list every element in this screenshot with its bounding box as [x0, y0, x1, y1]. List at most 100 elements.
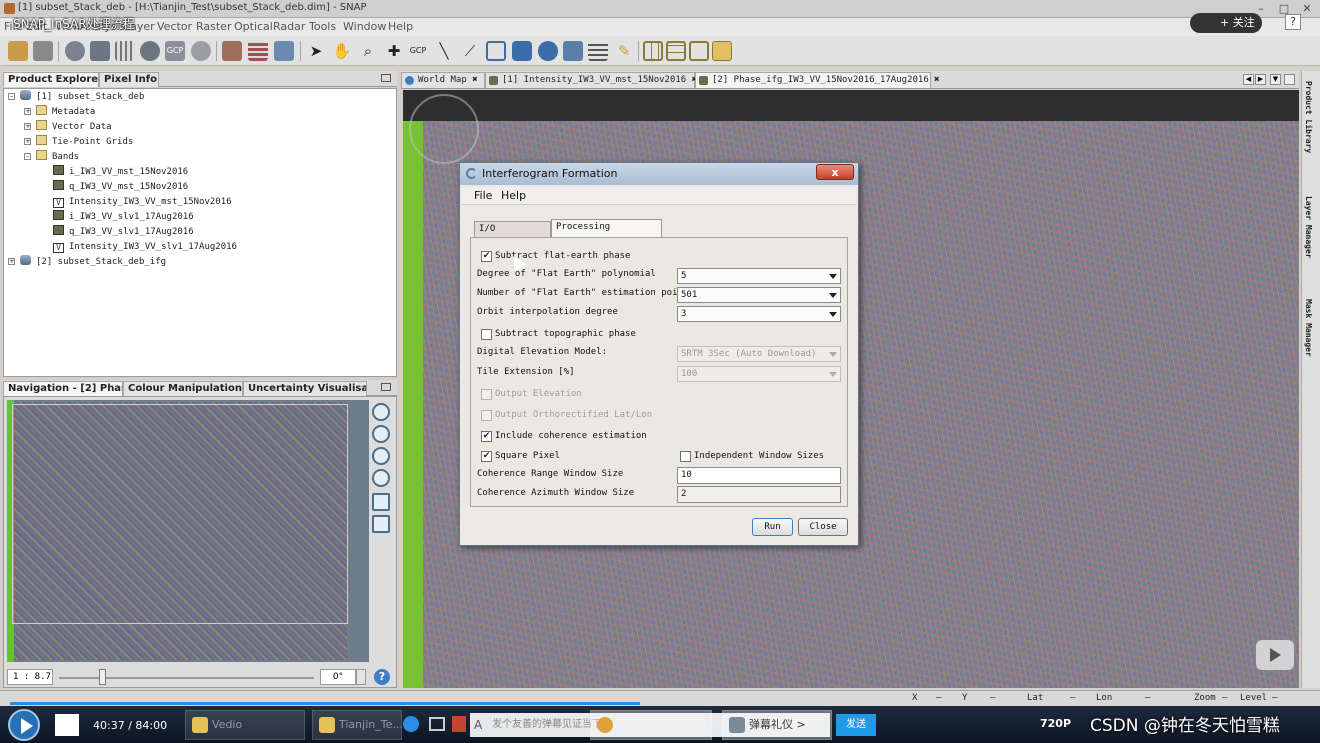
expand-icon[interactable]: +	[24, 108, 31, 115]
coherence-range-input[interactable]: 10	[677, 467, 841, 484]
menu-optical[interactable]: Optical	[234, 20, 273, 33]
sync-views-icon[interactable]	[372, 493, 390, 511]
ellipse-tool-icon[interactable]	[538, 41, 558, 61]
tree-folder-vector-data[interactable]: Vector Data	[36, 120, 112, 134]
menu-window[interactable]: Window	[343, 20, 386, 33]
filter-icon[interactable]	[90, 41, 110, 61]
statistics-icon[interactable]	[191, 41, 211, 61]
tab-uncertainty-visualisation[interactable]: Uncertainty Visualisation	[243, 381, 367, 396]
zoom-tool-icon[interactable]: ⌕	[358, 41, 378, 61]
polyline-tool-icon[interactable]: ⟋	[460, 41, 480, 61]
independent-window-checkbox[interactable]	[680, 451, 691, 462]
subtract-flat-earth-checkbox[interactable]: ✔	[481, 251, 492, 262]
menu-radar[interactable]: Radar	[273, 20, 305, 33]
rectangle-tool-icon[interactable]	[486, 41, 506, 61]
expand-icon[interactable]: +	[24, 138, 31, 145]
play-button[interactable]	[8, 709, 40, 741]
tree-folder-bands[interactable]: Bands	[36, 150, 79, 164]
navigation-overview[interactable]	[7, 400, 369, 662]
task-vedio[interactable]: Vedio	[185, 710, 305, 740]
collapse-icon[interactable]: –	[24, 153, 31, 160]
select-tool-icon[interactable]: ➤	[306, 41, 326, 61]
line-tool-icon[interactable]: ╲	[434, 41, 454, 61]
range-finder-icon[interactable]	[588, 41, 608, 61]
follow-button[interactable]: + 关注	[1190, 13, 1262, 33]
tile-horizontal-icon[interactable]	[643, 41, 663, 61]
tile-extension-select[interactable]: 100	[677, 366, 841, 382]
world-map-icon[interactable]	[274, 41, 294, 61]
tree-band[interactable]: i_IW3_VV_mst_15Nov2016	[53, 165, 188, 179]
pin-tool-icon[interactable]: ✚	[384, 41, 404, 61]
dialog-close-button[interactable]: x	[816, 164, 854, 180]
include-coherence-checkbox[interactable]: ✔	[481, 431, 492, 442]
send-button[interactable]: 发送	[836, 714, 876, 736]
subtract-topo-checkbox[interactable]	[481, 329, 492, 340]
tab-list-icon[interactable]: ▼	[1270, 74, 1281, 85]
collapse-icon[interactable]: –	[8, 93, 15, 100]
zoom-slider[interactable]	[59, 677, 314, 679]
tab-product-explorer[interactable]: Product Explorer ✖	[3, 72, 99, 87]
save-product-icon[interactable]	[33, 41, 53, 61]
tab-navigation[interactable]: Navigation - [2] Phas··· ✖	[3, 381, 123, 396]
histogram-icon[interactable]	[140, 41, 160, 61]
gcp-placer-icon[interactable]: GCP	[408, 41, 428, 61]
tab-phase[interactable]: [2] Phase_ifg_IW3_VV_15Nov2016_17Aug2016…	[695, 72, 940, 88]
quality-selector[interactable]: 720P	[1040, 717, 1071, 730]
run-button[interactable]: Run	[752, 518, 793, 536]
dem-select[interactable]: SRTM 3Sec (Auto Download)	[677, 346, 841, 362]
pan-tool-icon[interactable]: ✋	[332, 41, 352, 61]
tile-vertical-icon[interactable]	[666, 41, 686, 61]
tab-pixel-info[interactable]: Pixel Info	[99, 72, 159, 87]
tree-band[interactable]: i_IW3_VV_slv1_17Aug2016	[53, 210, 194, 224]
tree-band[interactable]: q_IW3_VV_mst_15Nov2016	[53, 180, 188, 194]
tile-evenly-icon[interactable]	[689, 41, 709, 61]
polygon-tool-icon[interactable]	[512, 41, 532, 61]
output-elevation-checkbox[interactable]	[481, 389, 492, 400]
bluetooth-icon[interactable]	[403, 716, 419, 732]
viewport-frame[interactable]	[12, 404, 348, 624]
tree-band[interactable]: V Intensity_IW3_VV_mst_15Nov2016	[53, 195, 232, 209]
minimize-panel-icon[interactable]	[381, 383, 391, 391]
graph-builder-icon[interactable]	[222, 41, 242, 61]
tab-io-parameters[interactable]: I/O Parameters	[474, 221, 551, 249]
degree-select[interactable]: 5	[677, 268, 841, 284]
zoom-in-icon[interactable]	[372, 403, 390, 421]
menu-vector[interactable]: Vector	[157, 20, 192, 33]
rotation-angle-field[interactable]: 0°	[320, 669, 356, 685]
tree-band[interactable]: q_IW3_VV_slv1_17Aug2016	[53, 225, 194, 239]
menu-help[interactable]: Help	[388, 20, 413, 33]
navigation-control-icon[interactable]	[409, 94, 479, 164]
tree-band[interactable]: V Intensity_IW3_VV_slv1_17Aug2016	[53, 240, 237, 254]
orbit-select[interactable]: 3	[677, 306, 841, 322]
player-icon[interactable]	[1256, 640, 1294, 670]
close-button[interactable]: Close	[798, 518, 848, 536]
task-asf[interactable]: ASF Data Search...	[590, 710, 712, 740]
scroll-right-icon[interactable]: ▶	[1255, 74, 1266, 85]
video-progress-bar[interactable]	[10, 702, 640, 705]
zoom-all-icon[interactable]	[372, 469, 390, 487]
tree-folder-tie-point-grids[interactable]: Tie-Point Grids	[36, 135, 133, 149]
help-button[interactable]: ?	[374, 669, 390, 685]
tab-colour-manipulation[interactable]: Colour Manipulation - [···	[123, 381, 243, 396]
maximize-view-icon[interactable]	[1284, 74, 1295, 85]
magic-wand-icon[interactable]	[563, 41, 583, 61]
tab-intensity[interactable]: [1] Intensity_IW3_VV_mst_15Nov2016 ✖	[485, 72, 697, 88]
menu-tools[interactable]: Tools	[309, 20, 336, 33]
powerpoint-icon[interactable]	[452, 716, 466, 732]
zoom-slider-thumb[interactable]	[99, 669, 106, 685]
draw-tool-icon[interactable]: ✎	[614, 41, 634, 61]
scroll-left-icon[interactable]: ◀	[1243, 74, 1254, 85]
band-maths-icon[interactable]	[65, 41, 85, 61]
layer-manager-tab[interactable]: Layer Manager	[1304, 196, 1313, 259]
scale-field[interactable]: 1 : 8.7	[7, 669, 53, 685]
tab-world-map[interactable]: World Map ✖	[401, 72, 485, 88]
menu-raster[interactable]: Raster	[196, 20, 231, 33]
dialog-menu-file[interactable]: File	[474, 189, 492, 202]
points-select[interactable]: 501	[677, 287, 841, 303]
tree-product-1[interactable]: [1] subset_Stack_deb	[20, 90, 144, 104]
tile-single-icon[interactable]	[712, 41, 732, 61]
coherence-azimuth-input[interactable]: 2	[677, 486, 841, 503]
danmaku-settings-icon[interactable]	[429, 717, 445, 731]
gcp-tool-icon[interactable]: GCP	[165, 41, 185, 61]
output-ortho-checkbox[interactable]	[481, 410, 492, 421]
